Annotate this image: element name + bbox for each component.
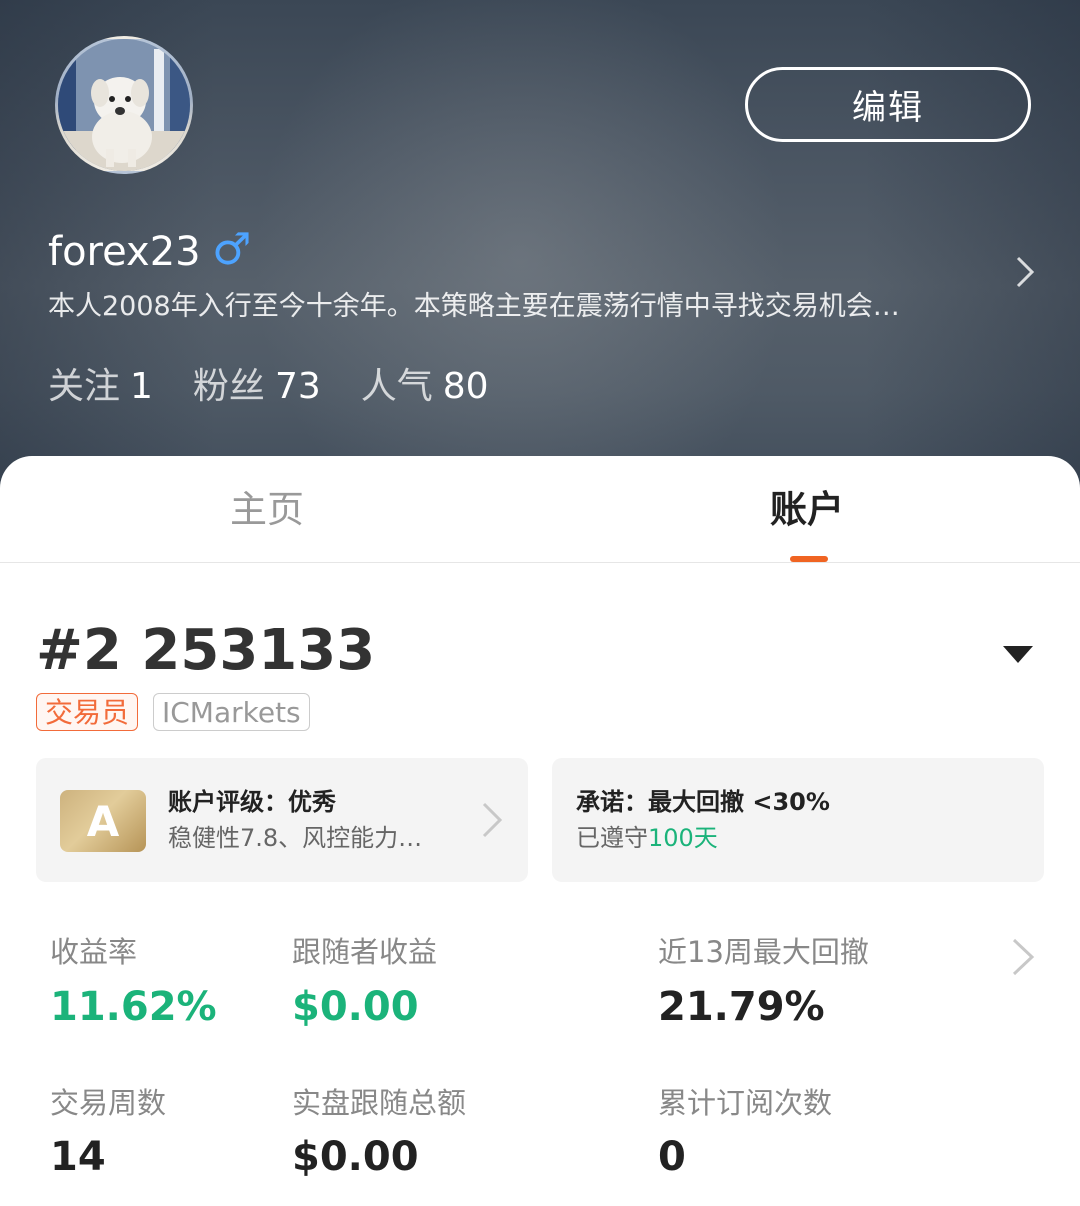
stat-label: 粉丝 bbox=[192, 366, 265, 407]
metric-label-follower-profit: 跟随者收益 bbox=[292, 935, 438, 969]
content-panel: 主页 账户 #2 253133 交易员 ICMarkets A 账户评级：优秀 … bbox=[0, 456, 1080, 1206]
tab-bar: 主页 账户 bbox=[0, 456, 1080, 563]
avatar[interactable] bbox=[55, 36, 193, 174]
male-gender-icon: ♂ bbox=[212, 224, 252, 275]
promise-status: 已遵守100天 bbox=[576, 822, 718, 854]
stat-value: 80 bbox=[442, 366, 489, 407]
username: forex23 bbox=[48, 229, 201, 275]
active-tab-indicator bbox=[790, 556, 828, 562]
rating-title: 账户评级：优秀 bbox=[168, 788, 336, 816]
caret-down-icon[interactable] bbox=[1003, 646, 1033, 663]
rating-subtitle: 稳健性7.8、风控能力… bbox=[168, 824, 423, 852]
account-rating-card[interactable]: A 账户评级：优秀 稳健性7.8、风控能力… bbox=[36, 758, 528, 882]
metric-value-follower-profit: $0.00 bbox=[292, 984, 419, 1030]
metric-value-follow-total: $0.00 bbox=[292, 1134, 419, 1180]
stat-value: 73 bbox=[274, 366, 321, 407]
metric-label-subscriptions: 累计订阅次数 bbox=[658, 1086, 833, 1120]
edit-profile-button[interactable]: 编辑 bbox=[745, 67, 1031, 142]
metric-value-subscriptions: 0 bbox=[658, 1134, 686, 1180]
profile-stats: 关注 1 粉丝 73 人气 80 bbox=[48, 362, 489, 412]
stat-label: 关注 bbox=[48, 366, 121, 407]
stat-followers[interactable]: 粉丝 73 bbox=[193, 362, 321, 412]
metric-value-weeks: 14 bbox=[50, 1134, 106, 1180]
promise-days: 100天 bbox=[648, 824, 718, 852]
chevron-right-icon[interactable] bbox=[1005, 252, 1045, 292]
grade-badge: A bbox=[60, 790, 146, 852]
dog-photo-avatar-icon bbox=[58, 39, 190, 171]
role-tag: 交易员 bbox=[36, 693, 139, 731]
promise-prefix: 已遵守 bbox=[576, 824, 648, 852]
stat-value: 1 bbox=[130, 366, 153, 407]
stat-label: 人气 bbox=[360, 366, 433, 407]
stat-popularity: 人气 80 bbox=[361, 362, 489, 412]
metric-label-follow-total: 实盘跟随总额 bbox=[292, 1086, 467, 1120]
metric-value-max-drawdown: 21.79% bbox=[658, 984, 825, 1030]
tab-home[interactable]: 主页 bbox=[230, 486, 304, 534]
broker-tag: ICMarkets bbox=[153, 693, 310, 731]
profile-header: 编辑 forex23 ♂ 本人2008年入行至今十余年。本策略主要在震荡行情中寻… bbox=[0, 0, 1080, 520]
promise-title: 承诺：最大回撤 <30% bbox=[576, 788, 830, 816]
tab-account[interactable]: 账户 bbox=[770, 486, 844, 534]
drawdown-promise-card[interactable]: 承诺：最大回撤 <30% 已遵守100天 bbox=[552, 758, 1044, 882]
account-number: #2 253133 bbox=[36, 618, 376, 683]
stat-following[interactable]: 关注 1 bbox=[48, 362, 153, 412]
metric-value-return: 11.62% bbox=[50, 984, 217, 1030]
metric-label-max-drawdown: 近13周最大回撤 bbox=[658, 935, 869, 969]
metric-label-weeks: 交易周数 bbox=[50, 1086, 167, 1120]
profile-bio[interactable]: 本人2008年入行至今十余年。本策略主要在震荡行情中寻找交易机会… bbox=[48, 288, 958, 326]
metric-label-return: 收益率 bbox=[50, 935, 138, 969]
chevron-right-icon bbox=[482, 802, 503, 838]
chevron-right-icon[interactable] bbox=[1008, 936, 1038, 978]
